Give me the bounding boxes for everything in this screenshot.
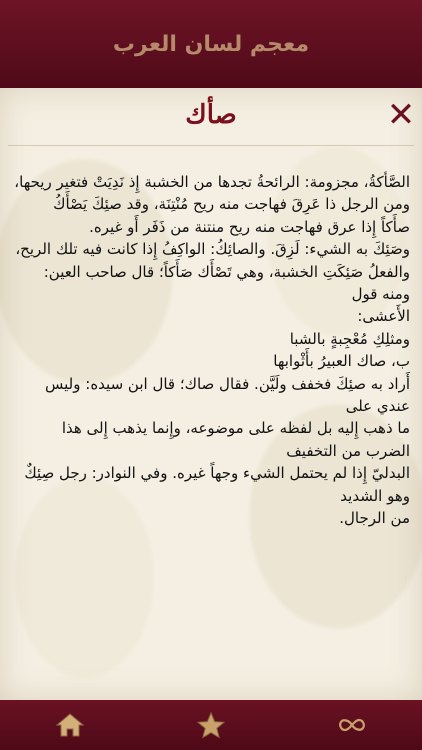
tab-home[interactable] — [0, 700, 141, 750]
entry-word: صأك — [185, 100, 237, 130]
star-icon — [197, 711, 225, 739]
definition-paragraph: وصَئِكَ به الشيء: لَزِقَ. والصائِكُ: الو… — [15, 240, 410, 259]
entry-definition: الصَّأكةُ، مجزومة: الرائحةُ تجدها من الخ… — [14, 171, 410, 530]
tab-favorites[interactable] — [141, 700, 282, 750]
infinity-icon — [338, 718, 365, 732]
divider — [8, 145, 414, 146]
tab-bar — [0, 700, 422, 750]
definition-paragraph: البدليّ إِذا لم يحتمل الشيء وجهاً غيره. … — [24, 464, 410, 505]
definition-paragraph: من الرجال. — [339, 509, 410, 528]
definition-paragraph: الأَعشى: — [357, 307, 410, 326]
definition-paragraph: صأَكاً إِذا عرق فهاجت منه ريح منتنة من ذ… — [89, 217, 410, 236]
definition-paragraph: ما ذهب إِليه بل لفظه على موضوعه، وإِنما … — [61, 419, 410, 460]
definition-paragraph: الصَّأكةُ، مجزومة: الرائحةُ تجدها من الخ… — [14, 173, 410, 214]
tab-more[interactable] — [281, 700, 422, 750]
definition-paragraph: ومثلِكِ مُعْجِبةٍ بالشبا — [289, 329, 410, 348]
home-icon — [55, 713, 85, 737]
header-bar: معجم لسان العرب — [0, 0, 422, 88]
definition-paragraph: والفعلُ صَئِكَتِ الخشبة، وهي تَصْأَك صَأ… — [43, 262, 410, 304]
app-title: معجم لسان العرب — [112, 31, 310, 57]
definition-paragraph: أَراد به صئِكَ فخفف ولَيَّن. فقال صاك؛ ق… — [45, 374, 410, 416]
definition-paragraph: ب، صاك العبيرُ بأَثْوابها — [273, 352, 410, 371]
app-window: معجم لسان العرب ✕ صأك الصَّأكةُ، مجزومة:… — [0, 0, 422, 750]
